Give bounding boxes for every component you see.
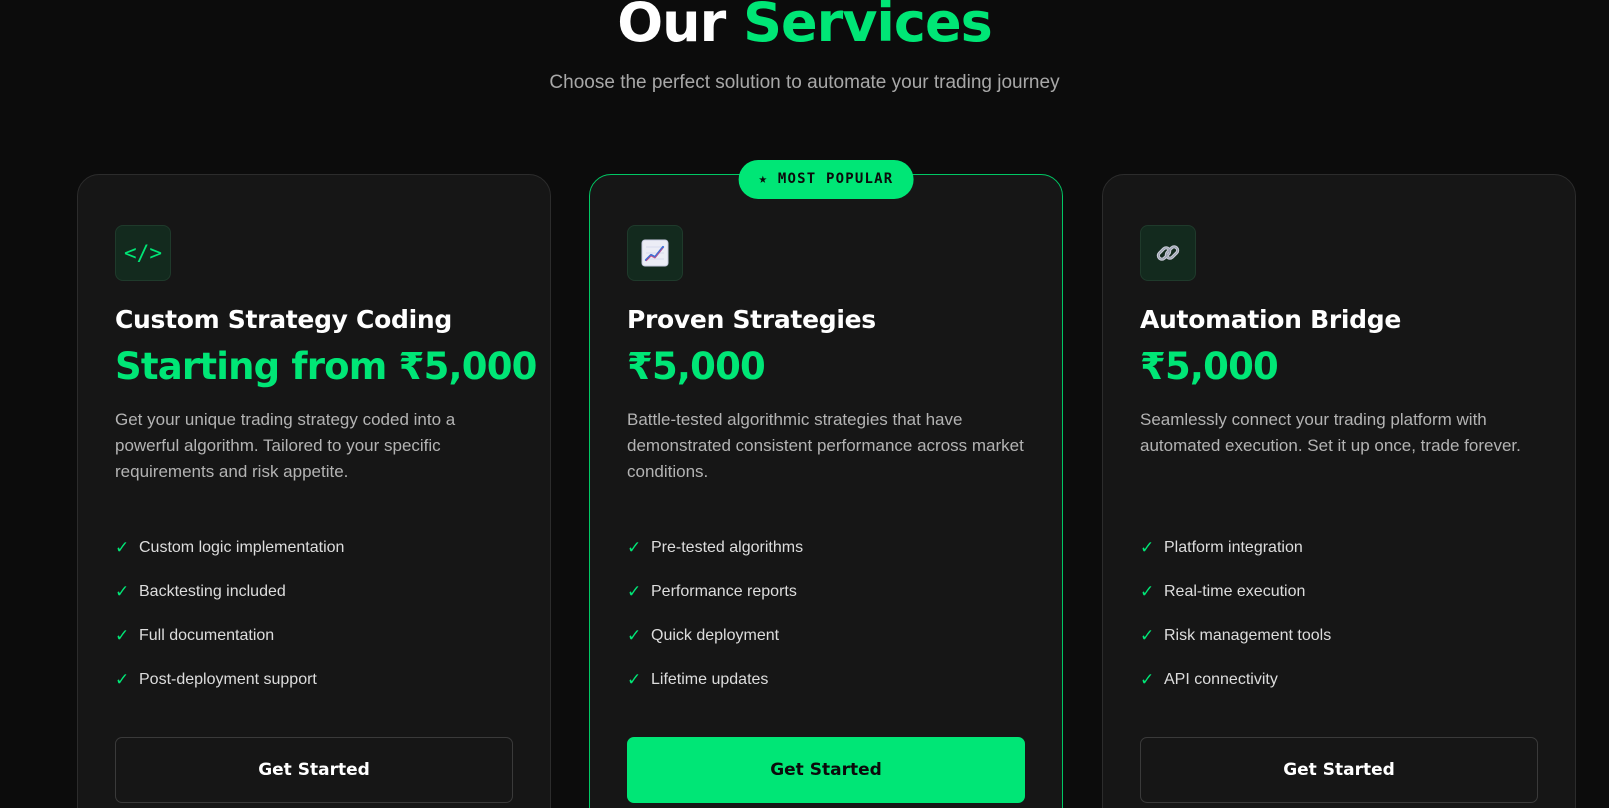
feature-label: Pre-tested algorithms (651, 539, 804, 556)
feature-label: Post-deployment support (139, 671, 317, 688)
services-section: Our Services Choose the perfect solution… (0, 0, 1609, 808)
check-icon: ✓ (1140, 582, 1155, 601)
feature-item: ✓ API connectivity (1140, 658, 1555, 702)
check-icon: ✓ (627, 538, 642, 557)
feature-item: ✓ Pre-tested algorithms (627, 526, 1042, 570)
check-icon: ✓ (627, 626, 642, 645)
feature-label: Full documentation (139, 627, 275, 644)
feature-label: Custom logic implementation (139, 539, 345, 556)
code-icon: </> (115, 225, 171, 281)
section-subtitle: Choose the perfect solution to automate … (549, 72, 1060, 93)
feature-item: ✓ Backtesting included (115, 570, 530, 614)
feature-item: ✓ Post-deployment support (115, 658, 530, 702)
card-description: Seamlessly connect your trading platform… (1140, 410, 1521, 455)
card-price: Starting from ₹5,000 (115, 345, 537, 388)
title-prefix: Our (617, 0, 726, 54)
check-icon: ✓ (1140, 670, 1155, 689)
feature-list: ✓ Custom logic implementation ✓ Backtestin… (115, 526, 530, 702)
check-icon: ✓ (115, 626, 130, 645)
check-icon: ✓ (115, 538, 130, 557)
feature-label: Backtesting included (139, 583, 286, 600)
check-icon: ✓ (627, 582, 642, 601)
most-popular-badge: ★ MOST POPULAR (738, 160, 914, 199)
check-icon: ✓ (627, 670, 642, 689)
feature-item: ✓ Risk management tools (1140, 614, 1555, 658)
feature-label: Real-time execution (1164, 583, 1306, 600)
feature-label: Risk management tools (1164, 627, 1332, 644)
get-started-button[interactable]: Get Started (1140, 737, 1538, 803)
card-title: Automation Bridge (1140, 305, 1401, 334)
feature-label: Quick deployment (651, 627, 780, 644)
service-card-custom-strategy: </> Custom Strategy Coding Starting from… (77, 174, 551, 808)
card-description: Get your unique trading strategy coded i… (115, 410, 456, 481)
feature-item: ✓ Lifetime updates (627, 658, 1042, 702)
check-icon: ✓ (1140, 626, 1155, 645)
feature-label: Lifetime updates (651, 671, 769, 688)
card-title: Proven Strategies (627, 305, 876, 334)
feature-item: ✓ Full documentation (115, 614, 530, 658)
feature-item: ✓ Performance reports (627, 570, 1042, 614)
link-icon (1140, 225, 1196, 281)
chart-icon (627, 225, 683, 281)
feature-item: ✓ Quick deployment (627, 614, 1042, 658)
card-price: ₹5,000 (1140, 345, 1279, 388)
get-started-button[interactable]: Get Started (627, 737, 1025, 803)
service-card-automation-bridge: Automation Bridge ₹5,000 Seamlessly conn… (1102, 174, 1576, 808)
feature-list: ✓ Platform integration ✓ Real-time executi… (1140, 526, 1555, 702)
get-started-button[interactable]: Get Started (115, 737, 513, 803)
service-card-proven-strategies: ★ MOST POPULAR Proven Strategies ₹5,000 … (589, 160, 1063, 808)
check-icon: ✓ (1140, 538, 1155, 557)
feature-label: Platform integration (1164, 539, 1303, 556)
feature-item: ✓ Real-time execution (1140, 570, 1555, 614)
card-description: Battle-tested algorithmic strategies tha… (627, 410, 1024, 481)
card-title: Custom Strategy Coding (115, 305, 452, 334)
feature-item: ✓ Custom logic implementation (115, 526, 530, 570)
feature-item: ✓ Platform integration (1140, 526, 1555, 570)
feature-label: API connectivity (1164, 671, 1278, 688)
title-accent: Services (743, 0, 993, 54)
check-icon: ✓ (115, 582, 130, 601)
feature-list: ✓ Pre-tested algorithms ✓ Performance repo… (627, 526, 1042, 702)
feature-label: Performance reports (651, 583, 797, 600)
section-title: Our Services (0, 0, 1609, 58)
check-icon: ✓ (115, 670, 130, 689)
card-price: ₹5,000 (627, 345, 766, 388)
